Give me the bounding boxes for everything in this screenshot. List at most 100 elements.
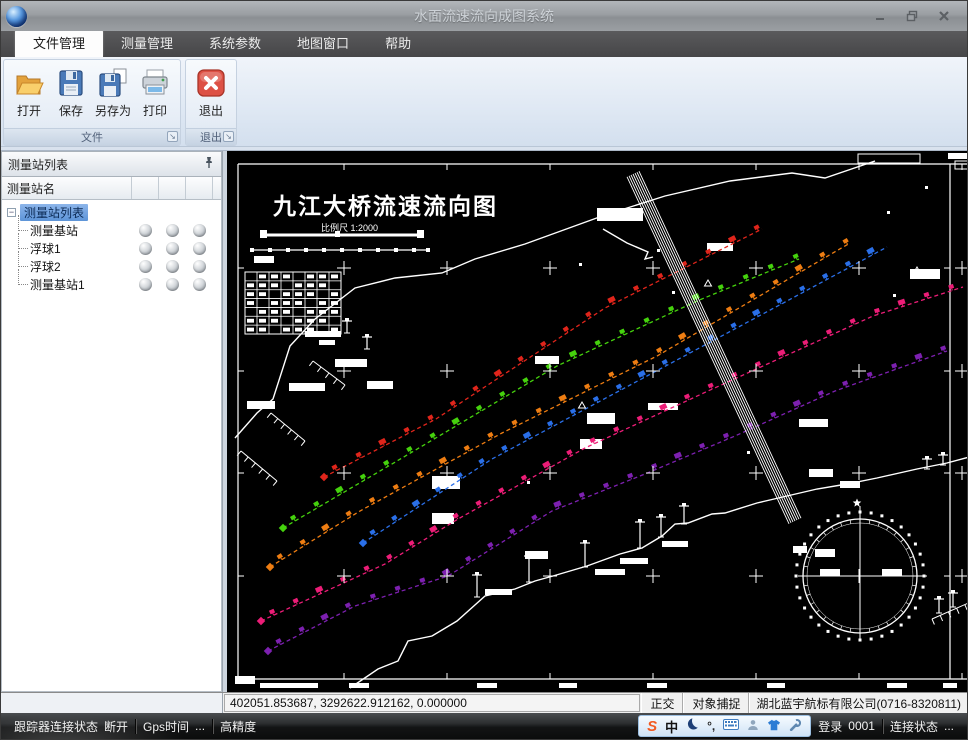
status-sphere-icon [139, 260, 152, 273]
window-title: 水面流速流向成图系统 [1, 6, 967, 26]
svg-text:比例尺 1:2000: 比例尺 1:2000 [321, 222, 378, 233]
print-button[interactable]: 打印 [134, 63, 176, 121]
tab-system-params[interactable]: 系统参数 [191, 29, 279, 57]
gps-time-label: Gps时间 [143, 718, 189, 735]
status-sphere-icon [139, 224, 152, 237]
tab-file-management[interactable]: 文件管理 [15, 29, 103, 57]
tree-item-base-station[interactable]: 测量基站 [2, 221, 221, 239]
station-tree: 测量站列表 测量基站 浮球1 浮球2 [1, 200, 222, 692]
save-floppy-icon [55, 67, 87, 99]
coordinate-bar-left-pad [1, 693, 223, 713]
tree-item-float-2[interactable]: 浮球2 [2, 257, 221, 275]
sogou-icon[interactable]: S [647, 718, 657, 735]
status-led [132, 260, 159, 273]
status-led [132, 242, 159, 255]
panel-title: 测量站列表 [8, 156, 68, 173]
tab-help[interactable]: 帮助 [367, 29, 429, 57]
pin-icon[interactable] [203, 156, 215, 172]
login-id: 0001 [848, 719, 875, 733]
status-led [186, 260, 213, 273]
dialog-launcher-icon[interactable] [223, 131, 234, 142]
connection-status-label[interactable]: 连接状态 [890, 718, 938, 735]
close-button[interactable] [933, 8, 955, 24]
tree-item-float-1[interactable]: 浮球1 [2, 239, 221, 257]
cursor-coordinates: 402051.853687, 3292622.912162, 0.000000 [224, 694, 640, 712]
ortho-toggle[interactable]: 正交 [641, 693, 683, 713]
status-led [159, 278, 186, 291]
title-bar: 水面流速流向成图系统 [1, 1, 967, 31]
tracker-status-value: 断开 [104, 718, 128, 735]
exit-icon [195, 67, 227, 99]
status-led [159, 224, 186, 237]
status-sphere-icon [139, 242, 152, 255]
column-header-station-name[interactable]: 测量站名 [2, 177, 132, 199]
open-folder-icon [13, 67, 45, 99]
panel-header: 测量站列表 [1, 151, 222, 177]
status-led [159, 242, 186, 255]
save-button[interactable]: 保存 [50, 63, 92, 121]
tree-item-base-station-1[interactable]: 测量基站1 [2, 275, 221, 293]
save-as-button[interactable]: 另存为 [92, 63, 134, 121]
column-header-3[interactable] [186, 177, 213, 199]
status-sphere-icon [193, 224, 206, 237]
coordinate-bar: 402051.853687, 3292622.912162, 0.000000 … [1, 692, 967, 713]
user-icon[interactable] [747, 719, 759, 734]
exit-button[interactable]: 退出 [190, 63, 232, 121]
status-led [159, 260, 186, 273]
status-sphere-icon [166, 224, 179, 237]
status-sphere-icon [166, 242, 179, 255]
tree-collapse-icon[interactable] [7, 208, 16, 217]
company-label: 湖北蓝宇航标有限公司(0716-8320811) [749, 693, 967, 713]
status-bar: 跟踪器连接状态 断开 Gps时间 ... 高精度 S 中 °, [1, 713, 967, 739]
keyboard-icon[interactable] [723, 719, 739, 733]
wrench-icon[interactable] [789, 718, 802, 734]
status-led [132, 224, 159, 237]
gps-time-value: ... [195, 719, 205, 733]
save-as-icon [97, 67, 129, 99]
column-header-2[interactable] [159, 177, 186, 199]
punctuation-icon[interactable]: °, [707, 719, 715, 733]
precision-label: 高精度 [220, 718, 256, 735]
restore-button[interactable] [901, 8, 923, 24]
status-sphere-icon [193, 260, 206, 273]
tree-root-row[interactable]: 测量站列表 [2, 203, 221, 221]
connection-status-more: ... [944, 719, 954, 733]
tab-map-window[interactable]: 地图窗口 [279, 29, 367, 57]
dialog-launcher-icon[interactable] [167, 131, 178, 142]
cad-viewport[interactable]: 九江大桥流速流向图比例尺 1:2000 [223, 151, 968, 692]
svg-text:九江大桥流速流向图: 九江大桥流速流向图 [272, 193, 498, 219]
ribbon-group-file-caption: 文件 [4, 128, 180, 145]
status-led [186, 224, 213, 237]
status-sphere-icon [139, 278, 152, 291]
skin-tshirt-icon[interactable] [767, 719, 781, 734]
cad-drawing[interactable]: 九江大桥流速流向图比例尺 1:2000 [227, 151, 968, 694]
printer-icon [139, 67, 171, 99]
ribbon-empty-area [241, 59, 967, 146]
chinese-mode-icon[interactable]: 中 [665, 717, 678, 736]
status-led [132, 278, 159, 291]
open-button[interactable]: 打开 [8, 63, 50, 121]
status-sphere-icon [166, 260, 179, 273]
ime-toolbar: S 中 °, [638, 715, 811, 737]
app-window: 水面流速流向成图系统 文件管理 测量管理 系统参数 地图窗口 帮助 [0, 0, 968, 740]
tracker-status-label: 跟踪器连接状态 [14, 718, 98, 735]
station-list-panel: 测量站列表 测量站名 测量站列表 测量基站 [1, 151, 223, 692]
ribbon: 打开 保存 [1, 57, 967, 147]
status-sphere-icon [193, 242, 206, 255]
status-led [186, 278, 213, 291]
column-header-1[interactable] [132, 177, 159, 199]
status-sphere-icon [166, 278, 179, 291]
ribbon-group-exit-caption: 退出 [186, 128, 236, 145]
status-sphere-icon [193, 278, 206, 291]
station-grid-header: 测量站名 [1, 177, 222, 200]
login-label: 登录 [818, 718, 842, 735]
ribbon-tab-bar: 文件管理 测量管理 系统参数 地图窗口 帮助 [1, 31, 967, 57]
ribbon-group-file: 打开 保存 [3, 59, 181, 146]
object-snap-toggle[interactable]: 对象捕捉 [683, 693, 749, 713]
status-led [186, 242, 213, 255]
moon-icon[interactable] [686, 718, 699, 734]
tree-root-label[interactable]: 测量站列表 [20, 204, 88, 221]
tab-measure-management[interactable]: 测量管理 [103, 29, 191, 57]
ribbon-group-exit: 退出 退出 [185, 59, 237, 146]
minimize-button[interactable] [869, 8, 891, 24]
